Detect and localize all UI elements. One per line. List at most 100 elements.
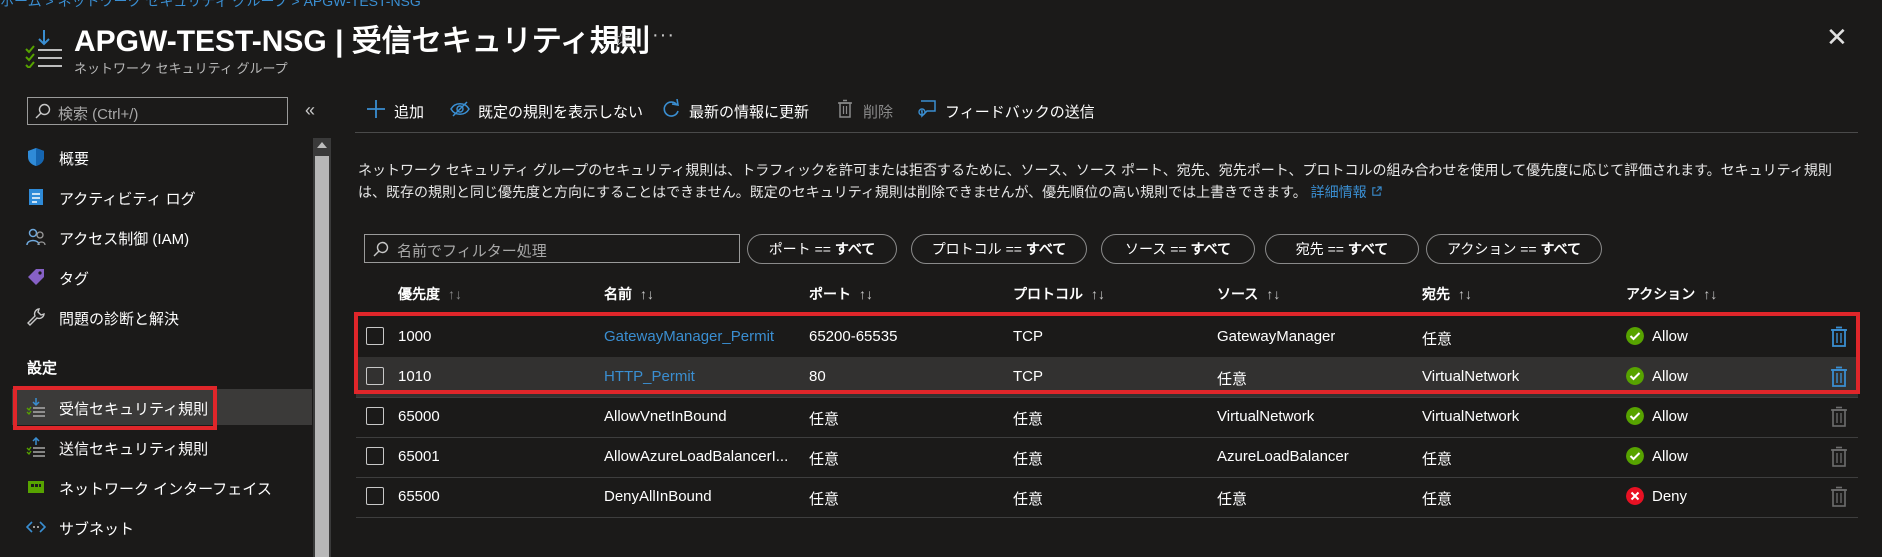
network-interface-icon bbox=[28, 481, 44, 493]
scrollbar-thumb[interactable] bbox=[315, 156, 329, 557]
filter-pill-port[interactable]: ポート == すべて bbox=[747, 234, 897, 264]
sidebar-item-activity-log[interactable]: アクティビティ ログ bbox=[24, 179, 312, 215]
learn-more-link[interactable]: 詳細情報 bbox=[1311, 184, 1382, 200]
learn-more-label: 詳細情報 bbox=[1310, 184, 1367, 200]
cell-priority: 65500 bbox=[398, 488, 440, 505]
pill-value: すべて bbox=[834, 241, 876, 257]
column-header-label: アクション bbox=[1626, 286, 1696, 302]
cell-name: AllowVnetInBound bbox=[604, 408, 727, 425]
sort-icon: ↑↓ bbox=[1458, 286, 1472, 302]
cell-priority: 65000 bbox=[398, 408, 440, 425]
sidebar-search-placeholder: 検索 (Ctrl+/) bbox=[58, 106, 139, 123]
sort-icon: ↑↓ bbox=[448, 286, 462, 302]
sidebar-item-tags[interactable]: タグ bbox=[24, 259, 312, 295]
page-title: APGW-TEST-NSG | 受信セキュリティ規則 bbox=[74, 25, 650, 58]
column-header-label: ソース bbox=[1217, 286, 1259, 302]
cell-action: Allow bbox=[1652, 448, 1688, 465]
cell-action: Deny bbox=[1652, 488, 1688, 505]
column-header-priority[interactable]: 優先度 ↑↓ bbox=[398, 284, 462, 304]
inbound-rules-icon bbox=[25, 30, 62, 68]
deny-x-icon bbox=[1626, 487, 1644, 505]
cell-source: VirtualNetwork bbox=[1217, 408, 1315, 425]
sidebar-item-subnets[interactable]: サブネット bbox=[24, 509, 312, 545]
delete-row-icon bbox=[1831, 486, 1847, 507]
search-icon bbox=[373, 241, 389, 257]
cell-action: Allow bbox=[1652, 408, 1688, 425]
highlight-box-sidebar bbox=[13, 386, 217, 430]
column-header-destination[interactable]: 宛先 ↑↓ bbox=[1422, 284, 1472, 304]
cell-source: AzureLoadBalancer bbox=[1217, 448, 1349, 465]
name-filter-placeholder: 名前でフィルター処理 bbox=[397, 243, 547, 260]
column-header-source[interactable]: ソース ↑↓ bbox=[1217, 284, 1280, 304]
sidebar-scrollbar[interactable] bbox=[313, 138, 331, 557]
favorite-star-icon[interactable]: ☆ bbox=[612, 26, 632, 52]
filter-pill-source[interactable]: ソース == すべて bbox=[1101, 234, 1255, 264]
sidebar-item-overview[interactable]: 概要 bbox=[24, 139, 312, 175]
external-link-icon bbox=[1371, 186, 1382, 196]
cell-destination: 任意 bbox=[1422, 451, 1453, 468]
cell-source: 任意 bbox=[1217, 491, 1248, 508]
sort-icon: ↑↓ bbox=[1266, 286, 1281, 302]
toolbar-divider bbox=[355, 132, 1858, 133]
activity-log-icon bbox=[29, 189, 43, 205]
allow-check-icon bbox=[1626, 447, 1644, 465]
column-header-label: 優先度 bbox=[398, 286, 440, 302]
hide-default-rules-label: 既定の規則を表示しない bbox=[478, 104, 644, 121]
cell-port: 任意 bbox=[809, 491, 840, 508]
table-row[interactable]: 65000 AllowVnetInBound 任意 任意 VirtualNetw… bbox=[356, 397, 1858, 438]
iam-people-icon bbox=[26, 228, 46, 246]
row-checkbox[interactable] bbox=[366, 407, 384, 425]
tag-icon bbox=[28, 269, 44, 285]
row-checkbox[interactable] bbox=[366, 447, 384, 465]
sidebar-item-network-interfaces[interactable]: ネットワーク インターフェイス bbox=[24, 469, 312, 505]
filter-pill-destination[interactable]: 宛先 == すべて bbox=[1265, 234, 1419, 264]
sidebar-item-label: ネットワーク インターフェイス bbox=[59, 481, 272, 498]
table-row[interactable]: 65001 AllowAzureLoadBalancerI... 任意 任意 A… bbox=[356, 437, 1858, 478]
scroll-up-icon[interactable] bbox=[317, 142, 327, 148]
sidebar-item-label: タグ bbox=[59, 271, 90, 288]
plus-icon bbox=[367, 100, 385, 118]
column-header-label: 名前 bbox=[604, 286, 632, 302]
page-subtitle: ネットワーク セキュリティ グループ bbox=[74, 61, 288, 76]
sidebar-item-label: アクセス制御 (IAM) bbox=[59, 231, 190, 248]
collapse-sidebar-button[interactable]: « bbox=[305, 100, 315, 121]
sidebar-item-outbound-rules[interactable]: 送信セキュリティ規則 bbox=[24, 429, 312, 465]
column-header-label: 宛先 bbox=[1422, 286, 1450, 302]
cell-destination: 任意 bbox=[1422, 491, 1453, 508]
outbound-rules-icon bbox=[26, 437, 45, 457]
close-icon[interactable]: ✕ bbox=[1826, 22, 1848, 53]
trash-icon bbox=[838, 99, 852, 118]
cell-protocol: 任意 bbox=[1013, 411, 1044, 428]
pill-key: ポート == bbox=[768, 241, 835, 257]
more-options-icon[interactable]: ··· bbox=[652, 24, 675, 47]
sidebar-item-label: 送信セキュリティ規則 bbox=[59, 441, 209, 458]
sort-icon: ↑↓ bbox=[1091, 286, 1105, 302]
shield-icon bbox=[28, 148, 44, 166]
sidebar-item-diagnose[interactable]: 問題の診断と解決 bbox=[24, 299, 312, 335]
sidebar-item-iam[interactable]: アクセス制御 (IAM) bbox=[24, 219, 312, 255]
column-header-port[interactable]: ポート ↑↓ bbox=[809, 284, 873, 304]
sort-icon: ↑↓ bbox=[859, 286, 873, 302]
pill-value: すべて bbox=[1190, 241, 1231, 257]
filter-pill-action[interactable]: アクション == すべて bbox=[1426, 234, 1602, 264]
pill-value: すべて bbox=[1540, 241, 1581, 257]
sidebar-item-label: 概要 bbox=[59, 151, 90, 168]
cell-priority: 65001 bbox=[398, 448, 440, 465]
subnet-icon bbox=[26, 521, 46, 533]
breadcrumb[interactable]: ホーム > ネットワーク セキュリティ グループ > APGW-TEST-NSG bbox=[0, 0, 421, 11]
wrench-icon bbox=[27, 308, 45, 326]
name-filter-input[interactable]: 名前でフィルター処理 bbox=[364, 234, 740, 263]
table-row[interactable]: 65500 DenyAllInBound 任意 任意 任意 任意 Deny bbox=[356, 477, 1858, 518]
sidebar-search-input[interactable]: 検索 (Ctrl+/) bbox=[27, 97, 288, 125]
cell-name: AllowAzureLoadBalancerI... bbox=[604, 448, 789, 465]
filter-pill-protocol[interactable]: プロトコル == すべて bbox=[911, 234, 1087, 264]
column-header-protocol[interactable]: プロトコル ↑↓ bbox=[1013, 284, 1105, 304]
cell-port: 任意 bbox=[809, 451, 840, 468]
column-header-action[interactable]: アクション ↑↓ bbox=[1626, 284, 1717, 304]
cell-protocol: 任意 bbox=[1013, 491, 1044, 508]
allow-check-icon bbox=[1626, 407, 1644, 425]
row-checkbox[interactable] bbox=[366, 487, 384, 505]
description-text: ネットワーク セキュリティ グループのセキュリティ規則は、トラフィックを許可また… bbox=[358, 159, 1858, 203]
sidebar-item-label: サブネット bbox=[59, 521, 135, 538]
column-header-name[interactable]: 名前 ↑↓ bbox=[604, 284, 654, 304]
